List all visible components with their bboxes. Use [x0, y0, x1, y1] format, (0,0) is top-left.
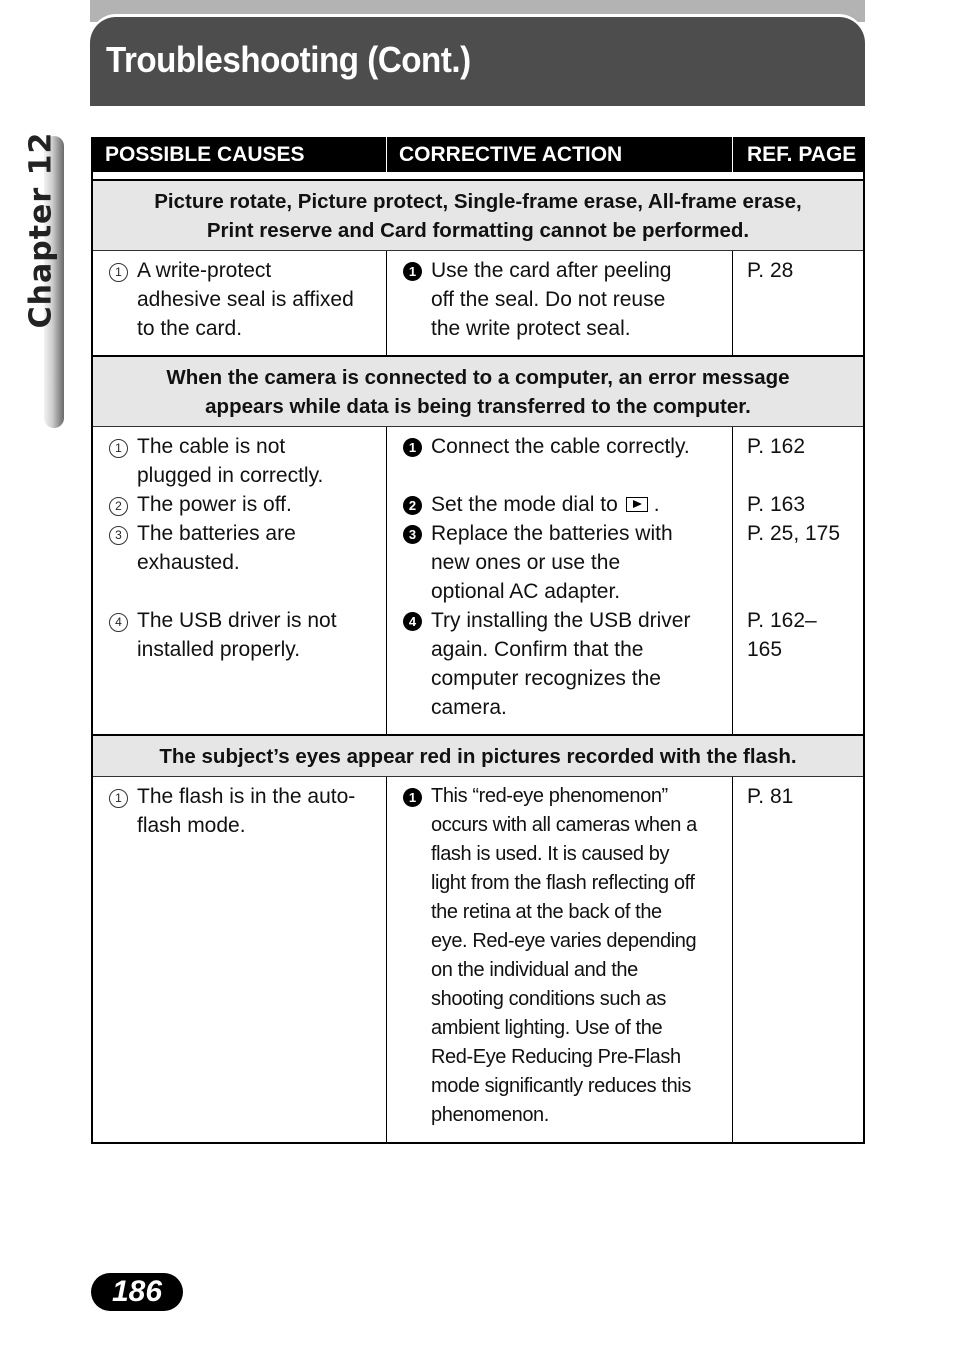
- action-text: the write protect seal.: [431, 317, 631, 340]
- action-text: This “red-eye phenomenon”: [431, 785, 668, 807]
- page-title: Troubleshooting (Cont.): [106, 39, 471, 80]
- ref-cell: P. 28: [733, 251, 863, 355]
- action-text: Red-Eye Reducing Pre-Flash: [431, 1046, 681, 1068]
- cause-item: 1 A write-protect adhesive seal is affix…: [109, 256, 378, 343]
- section-heading: The subject’s eyes appear red in picture…: [93, 734, 863, 777]
- action-item: 1 Use the card after peeling off the sea…: [403, 256, 724, 343]
- table-row: 1 The flash is in the auto- flash mode. …: [93, 777, 863, 1142]
- column-header-action: CORRECTIVE ACTION: [387, 137, 733, 172]
- action-text: optional AC adapter.: [431, 580, 621, 603]
- ref-page: P. 163: [747, 493, 806, 516]
- section-heading-line: The subject’s eyes appear red in picture…: [159, 745, 797, 768]
- action-item: 2 Set the mode dial to.: [403, 490, 724, 519]
- action-text: light from the flash reflecting off: [431, 872, 695, 894]
- filled-number-icon: 2: [403, 496, 422, 515]
- cause-text: adhesive seal is affixed: [137, 288, 354, 311]
- circled-number-icon: 2: [109, 497, 128, 516]
- action-text: .: [653, 493, 660, 516]
- section-heading-line: Picture rotate, Picture protect, Single-…: [154, 190, 802, 213]
- cause-text: A write-protect: [137, 259, 272, 282]
- cause-item: 4 The USB driver is not installed proper…: [109, 606, 378, 664]
- section-heading-line: When the camera is connected to a comput…: [166, 366, 790, 389]
- circled-number-icon: 4: [109, 613, 128, 632]
- ref-cell: P. 162 P. 163 P. 25, 175 P. 162– 165: [733, 427, 863, 734]
- causes-cell: 1 The cable is not plugged in correctly.…: [93, 427, 387, 734]
- column-header-ref-page: REF. PAGE: [747, 143, 857, 166]
- action-text: the retina at the back of the: [431, 901, 662, 923]
- cause-text: The power is off.: [137, 493, 292, 516]
- causes-cell: 1 The flash is in the auto- flash mode.: [93, 777, 387, 1142]
- section-heading: Picture rotate, Picture protect, Single-…: [93, 179, 863, 251]
- table-row: 1 The cable is not plugged in correctly.…: [93, 427, 863, 734]
- cause-text: The flash is in the auto-: [137, 785, 356, 808]
- filled-number-icon: 1: [403, 438, 422, 457]
- action-text: Replace the batteries with: [431, 522, 673, 545]
- title-banner: Troubleshooting (Cont.): [90, 17, 865, 106]
- circled-number-icon: 1: [109, 263, 128, 282]
- chapter-label-text: Chapter 12: [23, 131, 59, 329]
- cause-text: flash mode.: [137, 814, 246, 837]
- action-text: off the seal. Do not reuse: [431, 288, 666, 311]
- action-item: 4 Try installing the USB driver again. C…: [403, 606, 724, 722]
- circled-number-icon: 1: [109, 439, 128, 458]
- action-text: occurs with all cameras when a: [431, 814, 697, 836]
- table-header: POSSIBLE CAUSES CORRECTIVE ACTION REF. P…: [93, 137, 863, 181]
- action-item: 1 Connect the cable correctly.: [403, 432, 724, 461]
- cause-item: 2 The power is off.: [109, 490, 378, 519]
- troubleshooting-table: POSSIBLE CAUSES CORRECTIVE ACTION REF. P…: [91, 137, 865, 1144]
- cause-text: The batteries are: [137, 522, 296, 545]
- cause-item: 1 The cable is not plugged in correctly.: [109, 432, 378, 490]
- ref-page: P. 81: [747, 785, 794, 808]
- action-text: ambient lighting. Use of the: [431, 1017, 663, 1039]
- action-text: new ones or use the: [431, 551, 621, 574]
- ref-page: P. 28: [747, 259, 794, 282]
- action-text: camera.: [431, 696, 507, 719]
- actions-cell: 1 This “red-eye phenomenon” occurs with …: [387, 777, 733, 1142]
- filled-number-icon: 4: [403, 612, 422, 631]
- playback-mode-icon: [625, 497, 648, 512]
- causes-cell: 1 A write-protect adhesive seal is affix…: [93, 251, 387, 355]
- column-header-causes: POSSIBLE CAUSES: [93, 137, 387, 172]
- filled-number-icon: 3: [403, 525, 422, 544]
- section-heading: When the camera is connected to a comput…: [93, 355, 863, 427]
- cause-text: plugged in correctly.: [137, 464, 324, 487]
- section-heading-line: Print reserve and Card formatting cannot…: [206, 219, 750, 242]
- actions-cell: 1 Use the card after peeling off the sea…: [387, 251, 733, 355]
- section-heading-line: appears while data is being transferred …: [205, 395, 751, 418]
- ref-page: P. 162–: [747, 609, 817, 632]
- action-text: flash is used. It is caused by: [431, 843, 670, 865]
- page-number: 186: [91, 1273, 183, 1311]
- action-text: shooting conditions such as: [431, 988, 666, 1010]
- action-text: mode significantly reduces this: [431, 1075, 691, 1097]
- actions-cell: 1 Connect the cable correctly. 2 Set the…: [387, 427, 733, 734]
- cause-item: 1 The flash is in the auto- flash mode.: [109, 782, 378, 840]
- filled-number-icon: 1: [403, 788, 422, 807]
- action-text: computer recognizes the: [431, 667, 661, 690]
- cause-item: 3 The batteries are exhausted.: [109, 519, 378, 577]
- ref-page: P. 25, 175: [747, 522, 841, 545]
- ref-cell: P. 81: [733, 777, 863, 1142]
- circled-number-icon: 1: [109, 789, 128, 808]
- cause-text: The cable is not: [137, 435, 286, 458]
- circled-number-icon: 3: [109, 526, 128, 545]
- action-item: 1 This “red-eye phenomenon” occurs with …: [403, 782, 724, 1130]
- table-row: 1 A write-protect adhesive seal is affix…: [93, 251, 863, 355]
- ref-page: P. 162: [747, 435, 806, 458]
- action-text: Use the card after peeling: [431, 259, 672, 282]
- action-text: Try installing the USB driver: [431, 609, 691, 632]
- cause-text: exhausted.: [137, 551, 240, 574]
- filled-number-icon: 1: [403, 262, 422, 281]
- action-text: again. Confirm that the: [431, 638, 644, 661]
- action-item: 3 Replace the batteries with new ones or…: [403, 519, 724, 606]
- cause-text: The USB driver is not: [137, 609, 337, 632]
- action-text: Set the mode dial to: [431, 493, 618, 516]
- ref-page: 165: [747, 638, 783, 661]
- action-text: phenomenon.: [431, 1104, 549, 1126]
- action-text: eye. Red-eye varies depending: [431, 930, 697, 952]
- cause-text: to the card.: [137, 317, 243, 340]
- action-text: on the individual and the: [431, 959, 638, 981]
- action-text: Connect the cable correctly.: [431, 435, 690, 458]
- cause-text: installed properly.: [137, 638, 301, 661]
